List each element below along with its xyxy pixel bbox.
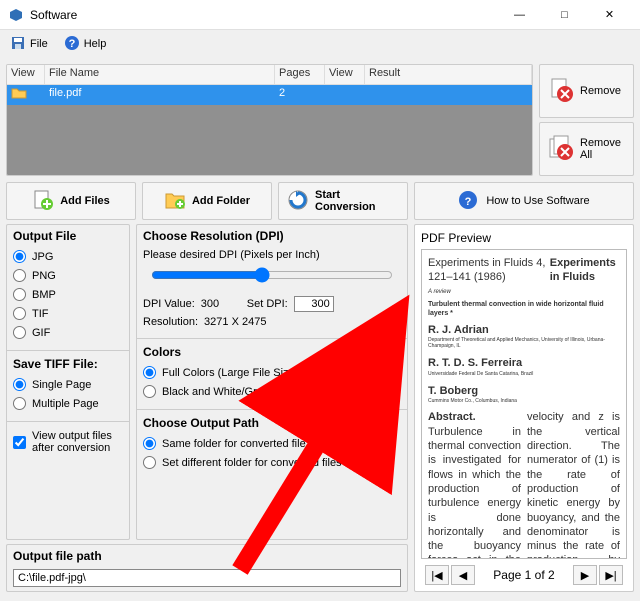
add-file-icon [32, 189, 54, 214]
folder-icon [7, 85, 45, 105]
radio-full-color[interactable]: Full Colors (Large File Size) [143, 363, 401, 382]
dpi-value-label: DPI Value: [143, 298, 195, 310]
refresh-icon [287, 189, 309, 214]
remove-all-button[interactable]: Remove All [539, 122, 634, 176]
cell-pages: 2 [275, 85, 325, 105]
last-page-button[interactable]: ▶| [599, 565, 623, 585]
close-button[interactable]: ✕ [587, 0, 632, 30]
radio-diff-folder[interactable]: Set different folder for converted files [143, 453, 401, 472]
preview-title: PDF Preview [421, 231, 627, 249]
next-page-button[interactable]: ▶ [573, 565, 597, 585]
file-list-panel: View File Name Pages View Result file.pd… [6, 64, 533, 176]
radio-tif[interactable]: TIF [13, 304, 123, 323]
dpi-title: Choose Resolution (DPI) [137, 225, 407, 245]
colors-title: Colors [137, 341, 407, 361]
radio-gif[interactable]: GIF [13, 323, 123, 342]
col-result[interactable]: Result [365, 65, 532, 84]
menu-file[interactable]: File [4, 33, 54, 56]
app-icon [8, 7, 24, 23]
radio-jpg[interactable]: JPG [13, 247, 123, 266]
preview-page[interactable]: Experiments in Fluids 4, 121–141 (1986)E… [421, 249, 627, 559]
menu-help[interactable]: ? Help [58, 33, 113, 56]
file-list-body[interactable]: file.pdf 2 [7, 85, 532, 175]
cell-filename: file.pdf [45, 85, 275, 105]
dpi-hint: Please desired DPI (Pixels per Inch) [143, 247, 401, 263]
right-options: Choose Resolution (DPI) Please desired D… [136, 224, 408, 540]
set-dpi-label: Set DPI: [247, 298, 288, 310]
pdf-preview-panel: PDF Preview Experiments in Fluids 4, 121… [414, 224, 634, 592]
start-conversion-button[interactable]: Start Conversion [278, 182, 408, 220]
minimize-button[interactable]: — [497, 0, 542, 30]
output-path-title: Output file path [7, 545, 407, 565]
output-path-input[interactable] [13, 569, 401, 587]
page-label: Page 1 of 2 [493, 568, 554, 582]
left-options: Output File JPG PNG BMP TIF GIF Save TIF… [6, 224, 130, 540]
dpi-value: 300 [201, 298, 241, 310]
radio-multiple-page[interactable]: Multiple Page [13, 394, 123, 413]
help-icon: ? [64, 35, 80, 54]
output-path-panel: Output file path [6, 544, 408, 592]
tiff-title: Save TIFF File: [7, 353, 129, 373]
outpath-title: Choose Output Path [137, 412, 407, 432]
col-view2[interactable]: View [325, 65, 365, 84]
radio-png[interactable]: PNG [13, 266, 123, 285]
svg-text:?: ? [465, 196, 472, 208]
delete-all-icon [548, 135, 574, 164]
output-file-title: Output File [7, 225, 129, 245]
window-title: Software [30, 8, 497, 22]
file-list-header: View File Name Pages View Result [7, 65, 532, 85]
delete-file-icon [548, 77, 574, 106]
dpi-slider[interactable] [151, 267, 393, 283]
remove-button[interactable]: Remove [539, 64, 634, 118]
prev-page-button[interactable]: ◀ [451, 565, 475, 585]
radio-same-folder[interactable]: Same folder for converted file [143, 434, 401, 453]
col-filename[interactable]: File Name [45, 65, 275, 84]
preview-pager: |◀ ◀ Page 1 of 2 ▶ ▶| [421, 559, 627, 585]
view-after-checkbox[interactable]: View output files after conversion [7, 424, 129, 460]
table-row[interactable]: file.pdf 2 [7, 85, 532, 105]
titlebar: Software — □ ✕ [0, 0, 640, 30]
radio-bmp[interactable]: BMP [13, 285, 123, 304]
maximize-button[interactable]: □ [542, 0, 587, 30]
help-icon: ? [458, 190, 478, 213]
first-page-button[interactable]: |◀ [425, 565, 449, 585]
menubar: File ? Help [0, 30, 640, 58]
resolution-label: Resolution: [143, 316, 198, 328]
add-folder-icon [164, 189, 186, 214]
add-files-button[interactable]: Add Files [6, 182, 136, 220]
how-to-use-button[interactable]: ? How to Use Software [414, 182, 634, 220]
set-dpi-input[interactable] [294, 296, 334, 312]
resolution-value: 3271 X 2475 [204, 316, 266, 328]
svg-text:?: ? [68, 38, 75, 50]
col-pages[interactable]: Pages [275, 65, 325, 84]
radio-single-page[interactable]: Single Page [13, 375, 123, 394]
save-icon [10, 35, 26, 54]
col-view[interactable]: View [7, 65, 45, 84]
radio-bw[interactable]: Black and White/Grey (Small File Size) [143, 382, 401, 401]
add-folder-button[interactable]: Add Folder [142, 182, 272, 220]
